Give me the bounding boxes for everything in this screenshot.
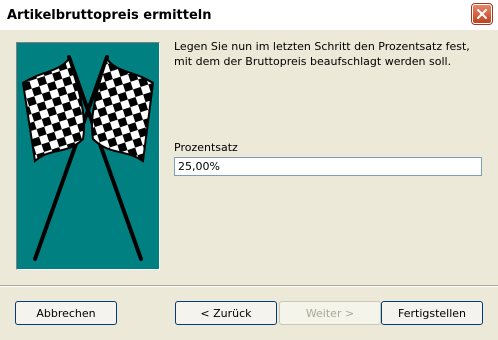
- cancel-button[interactable]: Abbrechen: [15, 301, 117, 325]
- wizard-image: [16, 42, 160, 270]
- next-button[interactable]: Weiter >: [279, 301, 381, 325]
- instruction-text: Legen Sie nun im letzten Schritt den Pro…: [174, 40, 470, 68]
- percentage-input[interactable]: 25,00%: [174, 157, 482, 176]
- separator: [0, 285, 498, 287]
- title-bar[interactable]: Artikelbruttopreis ermitteln: [0, 0, 498, 30]
- wizard-dialog: Artikelbruttopreis ermitteln Legen Sie n…: [0, 0, 498, 340]
- dialog-body: Legen Sie nun im letzten Schritt den Pro…: [0, 30, 498, 340]
- close-button[interactable]: [471, 3, 493, 25]
- window-title: Artikelbruttopreis ermitteln: [7, 8, 212, 23]
- finish-button[interactable]: Fertigstellen: [381, 301, 483, 325]
- back-button[interactable]: < Zurück: [175, 301, 277, 325]
- checkered-flags-icon: [21, 55, 155, 261]
- close-icon: [477, 9, 487, 19]
- percentage-label: Prozentsatz: [174, 141, 238, 154]
